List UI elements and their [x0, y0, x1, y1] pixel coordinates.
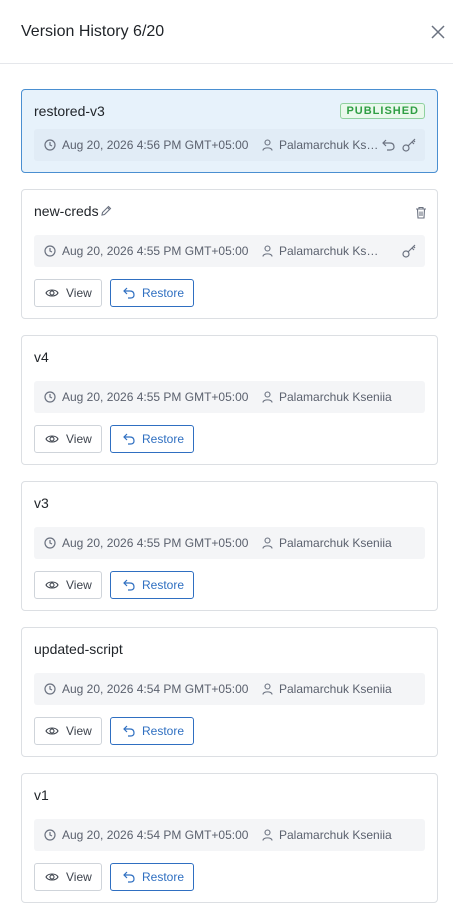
restore-button[interactable]: Restore — [110, 425, 194, 453]
pencil-icon[interactable] — [100, 205, 112, 217]
restore-button[interactable]: Restore — [110, 717, 194, 745]
user-icon — [262, 391, 273, 403]
view-button-label: View — [66, 432, 92, 446]
eye-icon — [45, 727, 59, 735]
version-date: Aug 20, 2026 4:55 PM GMT+05:00 — [62, 390, 249, 404]
clock-icon — [44, 537, 56, 549]
user-icon — [262, 829, 273, 841]
version-meta: Aug 20, 2026 4:56 PM GMT+05:00 Palamarch… — [34, 129, 425, 161]
version-meta: Aug 20, 2026 4:54 PM GMT+05:00 Palamarch… — [34, 673, 425, 705]
version-meta: Aug 20, 2026 4:55 PM GMT+05:00 Palamarch… — [34, 235, 425, 267]
version-name: v1 — [34, 787, 49, 803]
restore-icon — [123, 871, 135, 883]
version-author: Palamarchuk Kseniia — [279, 828, 392, 842]
version-card-v4: v4 Aug 20, 2026 4:55 PM GMT+05:00 Palama… — [21, 335, 438, 465]
eye-icon — [45, 873, 59, 881]
clock-icon — [44, 245, 56, 257]
version-author: Palamarchuk Kseniia — [279, 138, 382, 152]
version-name: v4 — [34, 349, 49, 365]
version-card-new-creds: new-creds Aug 20, 2026 4:55 PM GMT+05:00… — [21, 189, 438, 319]
version-name: v3 — [34, 495, 49, 511]
trash-icon[interactable] — [415, 206, 427, 219]
user-icon — [262, 537, 273, 549]
eye-icon — [45, 289, 59, 297]
clock-icon — [44, 683, 56, 695]
version-meta: Aug 20, 2026 4:54 PM GMT+05:00 Palamarch… — [34, 819, 425, 851]
version-name: restored-v3 — [34, 103, 105, 119]
clock-icon — [44, 829, 56, 841]
user-icon — [262, 245, 273, 257]
restore-icon — [123, 433, 135, 445]
clock-icon — [44, 139, 56, 151]
version-date: Aug 20, 2026 4:55 PM GMT+05:00 — [62, 244, 249, 258]
panel-title: Version History 6/20 — [21, 23, 165, 40]
view-button[interactable]: View — [34, 571, 102, 599]
view-button-label: View — [66, 286, 92, 300]
view-button[interactable]: View — [34, 863, 102, 891]
published-badge: PUBLISHED — [340, 103, 425, 119]
version-card-v3: v3 Aug 20, 2026 4:55 PM GMT+05:00 Palama… — [21, 481, 438, 611]
restore-button-label: Restore — [142, 286, 185, 300]
version-date: Aug 20, 2026 4:54 PM GMT+05:00 — [62, 828, 249, 842]
version-card-v1: v1 Aug 20, 2026 4:54 PM GMT+05:00 Palama… — [21, 773, 438, 903]
user-icon — [262, 139, 273, 151]
version-name: updated-script — [34, 641, 123, 657]
clock-icon — [44, 391, 56, 403]
version-card-updated-script: updated-script Aug 20, 2026 4:54 PM GMT+… — [21, 627, 438, 757]
view-button[interactable]: View — [34, 279, 102, 307]
view-button[interactable]: View — [34, 425, 102, 453]
version-list: restored-v3 PUBLISHED Aug 20, 2026 4:56 … — [21, 89, 438, 919]
view-button[interactable]: View — [34, 717, 102, 745]
version-meta: Aug 20, 2026 4:55 PM GMT+05:00 Palamarch… — [34, 381, 425, 413]
restore-button[interactable]: Restore — [110, 279, 194, 307]
restore-icon — [123, 287, 135, 299]
key-icon[interactable] — [402, 138, 416, 152]
version-author: Palamarchuk Kseniia — [279, 682, 392, 696]
panel-header: Version History 6/20 — [0, 0, 453, 64]
view-button-label: View — [66, 724, 92, 738]
version-author: Palamarchuk Kseniia — [279, 390, 392, 404]
restore-button[interactable]: Restore — [110, 863, 194, 891]
restore-button-label: Restore — [142, 432, 185, 446]
restore-icon — [123, 579, 135, 591]
restore-button-label: Restore — [142, 870, 185, 884]
version-card-restored-v3[interactable]: restored-v3 PUBLISHED Aug 20, 2026 4:56 … — [21, 89, 438, 173]
view-button-label: View — [66, 578, 92, 592]
version-author: Palamarchuk Kseniia — [279, 244, 382, 258]
version-name: new-creds — [34, 203, 99, 219]
close-icon[interactable] — [431, 25, 445, 39]
version-date: Aug 20, 2026 4:56 PM GMT+05:00 — [62, 138, 249, 152]
eye-icon — [45, 435, 59, 443]
version-date: Aug 20, 2026 4:54 PM GMT+05:00 — [62, 682, 249, 696]
version-author: Palamarchuk Kseniia — [279, 536, 392, 550]
restore-button-label: Restore — [142, 578, 185, 592]
view-button-label: View — [66, 870, 92, 884]
restore-button-label: Restore — [142, 724, 185, 738]
user-icon — [262, 683, 273, 695]
restore-icon — [123, 725, 135, 737]
undo-icon[interactable] — [382, 139, 395, 151]
eye-icon — [45, 581, 59, 589]
restore-button[interactable]: Restore — [110, 571, 194, 599]
version-date: Aug 20, 2026 4:55 PM GMT+05:00 — [62, 536, 249, 550]
version-meta: Aug 20, 2026 4:55 PM GMT+05:00 Palamarch… — [34, 527, 425, 559]
key-icon[interactable] — [402, 244, 416, 258]
